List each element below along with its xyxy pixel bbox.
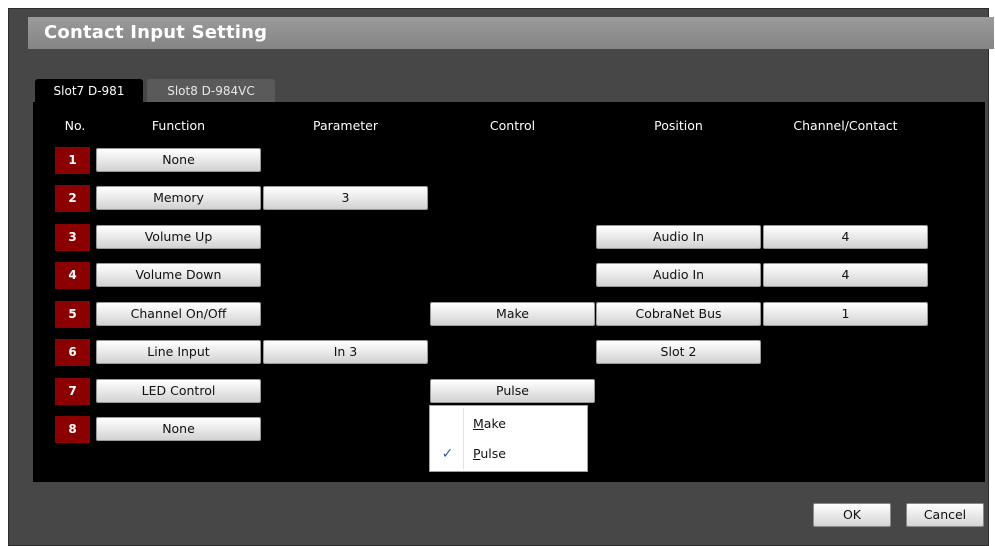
header-parameter: Parameter <box>312 118 379 133</box>
function-button[interactable]: Channel On/Off <box>96 302 261 326</box>
row-number-badge: 8 <box>55 416 90 443</box>
menu-item-pulse-label: Pulse <box>473 446 506 461</box>
row-number-badge: 5 <box>55 301 90 328</box>
header-no: No. <box>64 118 86 133</box>
function-button[interactable]: None <box>96 417 261 441</box>
function-button[interactable]: Volume Up <box>96 225 261 249</box>
header-position: Position <box>654 118 703 133</box>
position-button[interactable]: Audio In <box>596 225 761 249</box>
tab-slot7[interactable]: Slot7 D-981 <box>35 79 143 103</box>
row-number-badge: 6 <box>55 339 90 366</box>
function-button[interactable]: Memory <box>96 186 261 210</box>
menu-item-make[interactable]: Make <box>430 410 587 438</box>
header-control: Control <box>489 118 536 133</box>
header-function: Function <box>151 118 206 133</box>
channel-button[interactable]: 4 <box>763 225 928 249</box>
cancel-button[interactable]: Cancel <box>906 503 984 527</box>
tab-slot8[interactable]: Slot8 D-984VC <box>147 79 275 103</box>
menu-item-pulse[interactable]: ✓ Pulse <box>430 440 587 468</box>
row-number-badge: 2 <box>55 185 90 212</box>
menu-item-make-label: Make <box>473 416 506 431</box>
function-button[interactable]: Line Input <box>96 340 261 364</box>
position-button[interactable]: Audio In <box>596 263 761 287</box>
header-channel-contact: Channel/Contact <box>793 118 898 133</box>
ok-button[interactable]: OK <box>813 503 891 527</box>
control-dropdown-menu: Make ✓ Pulse <box>429 405 588 472</box>
parameter-button[interactable]: 3 <box>263 186 428 210</box>
function-button[interactable]: LED Control <box>96 379 261 403</box>
function-button[interactable]: Volume Down <box>96 263 261 287</box>
dialog-title-bar: Contact Input Setting <box>28 17 994 49</box>
dialog-title: Contact Input Setting <box>44 22 268 43</box>
row-number-badge: 3 <box>55 224 90 251</box>
row-number-badge: 7 <box>55 378 90 405</box>
row-number-badge: 4 <box>55 262 90 289</box>
channel-button[interactable]: 1 <box>763 302 928 326</box>
parameter-button[interactable]: In 3 <box>263 340 428 364</box>
control-button[interactable]: Pulse <box>430 379 595 403</box>
position-button[interactable]: Slot 2 <box>596 340 761 364</box>
function-button[interactable]: None <box>96 148 261 172</box>
row-number-badge: 1 <box>55 147 90 174</box>
checkmark-icon: ✓ <box>441 446 454 462</box>
control-button[interactable]: Make <box>430 302 595 326</box>
position-button[interactable]: CobraNet Bus <box>596 302 761 326</box>
channel-button[interactable]: 4 <box>763 263 928 287</box>
